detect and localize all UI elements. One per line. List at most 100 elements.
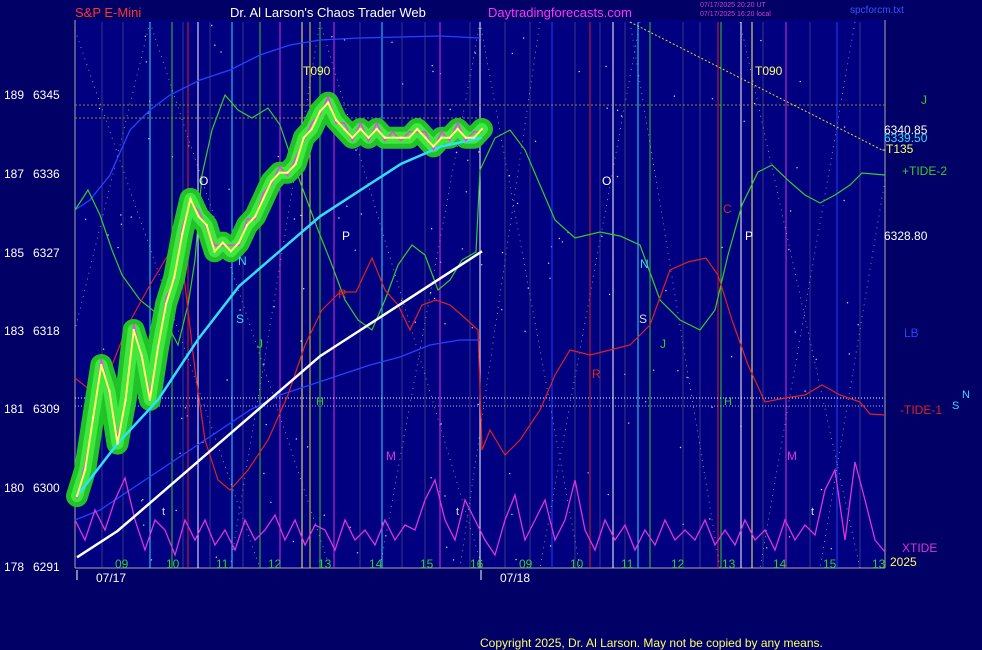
star-dot xyxy=(414,321,417,323)
price-tick-label: 6300 xyxy=(33,481,60,495)
star-dot xyxy=(263,363,265,365)
star-dot xyxy=(211,24,213,27)
price-point xyxy=(92,416,95,419)
star-dot xyxy=(391,41,393,43)
price-point xyxy=(432,145,435,148)
star-dot xyxy=(721,246,723,249)
star-dot xyxy=(431,65,433,67)
price-point xyxy=(407,136,411,139)
star-dot xyxy=(465,191,467,193)
hour-tick-label: 10 xyxy=(570,557,584,571)
price-point xyxy=(464,136,467,139)
star-dot xyxy=(430,228,433,230)
price-point xyxy=(383,136,386,139)
star-dot xyxy=(788,248,790,251)
star-dot xyxy=(354,249,356,251)
price-point xyxy=(140,355,143,358)
chart-header-title: Dr. Al Larson's Chaos Trader Web xyxy=(230,5,426,20)
star-dot xyxy=(144,35,147,37)
star-dot xyxy=(265,423,267,426)
annotation-n-1: N xyxy=(238,254,247,268)
star-dot xyxy=(830,548,832,550)
site-link[interactable]: Daytradingforecasts.com xyxy=(488,5,632,20)
left-tick-label: 185 xyxy=(4,246,24,260)
annotation-r-2: R xyxy=(592,367,601,381)
annotation-r-1: R xyxy=(338,287,347,301)
star-dot xyxy=(446,546,448,548)
price-point xyxy=(472,136,476,139)
annotation-t-3: t xyxy=(811,506,814,518)
price-point xyxy=(278,171,281,174)
price-point xyxy=(480,127,484,131)
star-dot xyxy=(303,288,305,290)
star-dot xyxy=(467,159,469,161)
hour-tick-label: 11 xyxy=(621,557,634,571)
star-dot xyxy=(804,390,806,392)
star-dot xyxy=(799,80,801,83)
star-dot xyxy=(226,379,228,381)
hour-tick-label: 09 xyxy=(115,557,129,571)
star-dot xyxy=(102,348,105,350)
price-point xyxy=(148,398,152,402)
star-dot xyxy=(461,248,464,250)
star-dot xyxy=(766,547,768,549)
star-dot xyxy=(120,214,122,216)
date-label-day2: 07/18 xyxy=(500,571,530,585)
price-point xyxy=(132,328,135,332)
star-dot xyxy=(270,501,272,504)
star-dot xyxy=(652,369,655,371)
star-dot xyxy=(117,246,119,249)
star-dot xyxy=(549,277,551,279)
data-file-name: spcforcm.txt xyxy=(850,5,904,16)
star-dot xyxy=(511,513,513,515)
star-dot xyxy=(181,417,183,420)
copyright-notice: Copyright 2025, Dr. Al Larson. May not b… xyxy=(480,636,823,650)
star-dot xyxy=(481,264,483,266)
hour-tick-label: 13 xyxy=(872,557,886,571)
star-dot xyxy=(857,324,859,326)
star-dot xyxy=(501,309,503,311)
star-dot xyxy=(300,214,302,217)
star-dot xyxy=(606,107,608,109)
star-dot xyxy=(848,353,850,355)
star-dot xyxy=(616,109,619,112)
left-axis-labels: 189 6345 187 6336 185 6327 183 6318 181 … xyxy=(4,88,60,574)
star-dot xyxy=(429,292,432,294)
price-point xyxy=(448,136,451,139)
hour-tick-label: 16 xyxy=(470,557,484,571)
price-point xyxy=(124,398,127,402)
annotation-p-2: P xyxy=(745,229,753,243)
annotation-o-2: O xyxy=(602,174,611,188)
star-dot xyxy=(323,514,325,516)
star-dot xyxy=(677,370,679,372)
star-dot xyxy=(558,237,561,240)
star-dot xyxy=(608,293,611,296)
star-dot xyxy=(346,205,348,207)
star-dot xyxy=(616,175,619,178)
star-dot xyxy=(142,498,144,501)
star-dot xyxy=(220,51,222,53)
annotation-j-2: J xyxy=(660,337,666,351)
star-dot xyxy=(84,218,87,220)
price-point xyxy=(245,223,249,227)
price-point xyxy=(310,127,314,131)
annotation-t-2: t xyxy=(456,506,459,518)
price-point xyxy=(254,215,257,218)
annotation-o-1: O xyxy=(199,174,208,188)
hour-tick-label: 09 xyxy=(519,557,533,571)
hour-tick-label: 15 xyxy=(823,557,837,571)
star-dot xyxy=(607,493,609,496)
star-dot xyxy=(292,540,295,543)
price-point xyxy=(75,494,79,498)
price-tick-label: 6336 xyxy=(33,167,60,181)
price-point xyxy=(318,110,322,113)
price-tick-label: 6291 xyxy=(33,560,60,574)
price-point xyxy=(189,197,192,201)
star-dot xyxy=(184,407,187,409)
star-dot xyxy=(587,472,589,474)
left-tick-label: 180 xyxy=(4,481,24,495)
price-point xyxy=(164,302,168,305)
price-point xyxy=(221,241,224,244)
hour-tick-label: 13 xyxy=(318,557,332,571)
star-dot xyxy=(509,472,511,475)
